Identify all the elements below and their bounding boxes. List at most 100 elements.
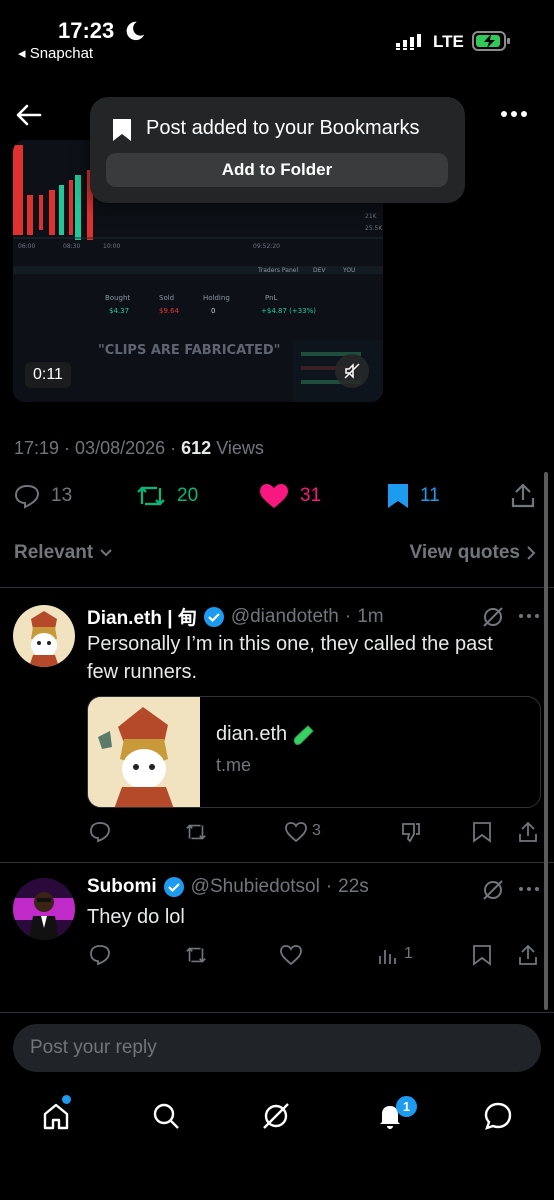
bookmark-toast: Post added to your Bookmarks Add to Fold… [90, 97, 465, 203]
author-name[interactable]: Subomi [87, 876, 157, 898]
bookmark-action[interactable]: 11 [386, 480, 440, 512]
link-card-title: dian.eth [216, 723, 315, 746]
reply-icon[interactable] [88, 820, 112, 844]
reply-header: Subomi @Shubiedotsol · 22s [87, 876, 369, 898]
bookmark-icon [113, 119, 131, 141]
more-options-icon[interactable] [518, 885, 540, 893]
views-analytics-icon[interactable] [376, 943, 400, 967]
svg-text:Traders Panel: Traders Panel [257, 267, 298, 274]
muted-speaker-icon [344, 363, 360, 379]
grok-icon[interactable] [481, 605, 505, 629]
repost-action[interactable]: 20 [135, 480, 198, 512]
mute-button[interactable] [335, 354, 369, 388]
like-action[interactable]: 31 [258, 480, 321, 512]
svg-text:08:30: 08:30 [63, 243, 80, 250]
add-to-folder-button[interactable]: Add to Folder [106, 153, 448, 187]
chevron-down-icon [100, 549, 112, 557]
filter-label: Relevant [14, 542, 94, 563]
bookmark-icon[interactable] [470, 820, 494, 844]
share-button[interactable] [510, 480, 536, 512]
battery-icon [472, 31, 510, 51]
view-quotes-label: View quotes [409, 542, 520, 563]
reply-count: 13 [51, 485, 73, 506]
reply-time: 1m [357, 605, 384, 627]
network-type: LTE [433, 32, 464, 51]
chart-value: +$4.87 (+33%) [261, 307, 316, 315]
heart-icon[interactable] [284, 820, 308, 844]
chevron-right-icon [527, 546, 536, 560]
avatar[interactable] [13, 878, 75, 940]
post-date: 03/08/2026 [75, 438, 166, 458]
repost-icon[interactable] [184, 820, 208, 844]
more-options-icon[interactable] [498, 104, 532, 124]
heart-icon[interactable] [279, 943, 303, 967]
tab-grok[interactable] [258, 1098, 294, 1134]
video-duration: 0:11 [25, 362, 71, 388]
dislike-icon[interactable] [399, 820, 423, 844]
chart-value: $9.64 [159, 307, 180, 315]
views-count: 1 [404, 945, 413, 962]
svg-text:10:00: 10:00 [103, 243, 120, 250]
share-icon[interactable] [516, 943, 540, 967]
notifications-badge: 1 [396, 1096, 417, 1117]
back-arrow-icon[interactable] [14, 100, 44, 130]
chart-value: $4.37 [109, 307, 129, 315]
status-time: 17:23 [58, 18, 115, 43]
scrollbar[interactable] [544, 472, 548, 1010]
link-card-domain: t.me [216, 755, 252, 775]
repost-count: 20 [177, 485, 199, 506]
svg-text:YOU: YOU [342, 267, 355, 274]
verified-badge-icon [203, 606, 224, 627]
grok-icon[interactable] [481, 878, 505, 902]
back-to-app-link[interactable]: ◂ Snapchat [18, 44, 93, 62]
chart-label: Sold [159, 294, 174, 302]
test-tube-icon [294, 724, 314, 745]
reply-text: Personally I’m in this one, they called … [87, 633, 493, 683]
link-card[interactable]: dian.eth t.me [87, 696, 541, 808]
svg-text:25.5K: 25.5K [365, 225, 383, 232]
reply-header: Dian.eth | 甸 @diandoteth · 1m [87, 603, 384, 630]
bottom-tab-bar [0, 1090, 554, 1150]
verified-badge-icon [163, 877, 184, 897]
reply-filter-dropdown[interactable]: Relevant [14, 542, 113, 564]
author-handle[interactable]: @Shubiedotsol [191, 876, 320, 898]
search-icon [153, 1103, 179, 1129]
reply-text: They do lol [87, 906, 185, 928]
more-options-icon[interactable] [518, 612, 540, 620]
chat-bubble-icon [484, 1102, 512, 1130]
reply-compose-input[interactable]: Post your reply [13, 1024, 541, 1072]
status-bar: 17:23 ◂ Snapchat LTE [0, 0, 554, 68]
home-icon [43, 1103, 69, 1130]
video-watermark-text: "CLIPS ARE FABRICATED" [98, 343, 280, 358]
post-meta: 17:19 · 03/08/2026 · 612 Views [14, 438, 264, 458]
chart-label: Bought [105, 294, 130, 302]
share-icon [511, 483, 535, 508]
grok-icon [263, 1103, 289, 1129]
author-name[interactable]: Dian.eth | 甸 [87, 603, 197, 630]
chart-value: 0 [211, 307, 215, 315]
repost-icon[interactable] [184, 943, 208, 967]
reply-time: 22s [338, 876, 369, 897]
divider [0, 1012, 554, 1013]
divider [0, 587, 554, 588]
post-time: 17:19 [14, 438, 60, 458]
like-count: 31 [300, 485, 322, 506]
svg-text:DEV: DEV [313, 267, 326, 274]
like-count: 3 [312, 822, 321, 839]
svg-text:09:52:20: 09:52:20 [253, 243, 280, 250]
tab-search[interactable] [148, 1098, 184, 1134]
reply-action[interactable]: 13 [13, 480, 72, 512]
bookmark-count: 11 [420, 485, 440, 506]
divider [0, 862, 554, 863]
share-icon[interactable] [516, 820, 540, 844]
reply-icon[interactable] [88, 943, 112, 967]
avatar[interactable] [13, 605, 75, 667]
tab-messages[interactable] [480, 1098, 516, 1134]
view-quotes-link[interactable]: View quotes [409, 542, 536, 564]
chart-label: PnL [265, 294, 278, 302]
svg-text:21K: 21K [365, 213, 378, 220]
views-count: 612 [181, 438, 212, 458]
link-card-image [88, 697, 200, 807]
author-handle[interactable]: @diandoteth [231, 606, 339, 628]
bookmark-icon[interactable] [470, 943, 494, 967]
